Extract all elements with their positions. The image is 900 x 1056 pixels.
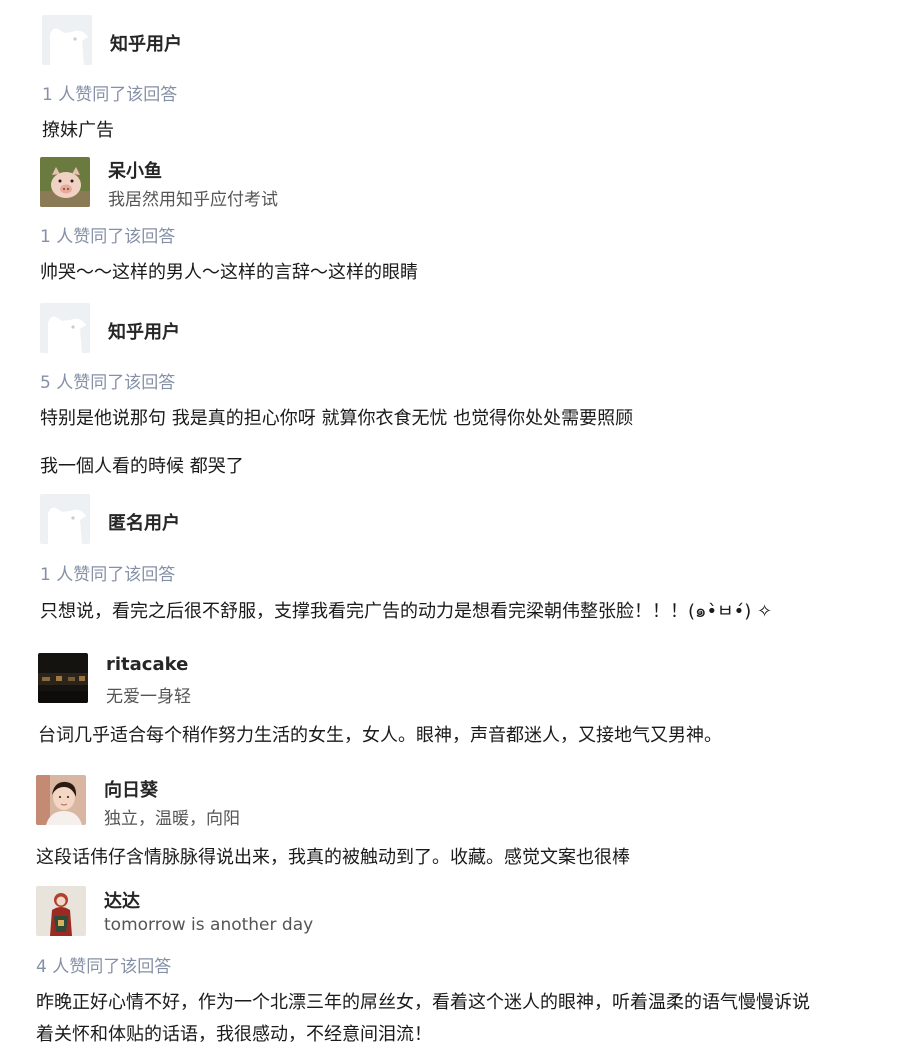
author-bio: 独立，温暖，向阳 [104, 809, 240, 829]
answer-text: 只想说，看完之后很不舒服，支撑我看完广告的动力是想看完梁朝伟整张脸！！！(๑•̀… [40, 601, 773, 622]
author-name[interactable]: 向日葵 [104, 776, 158, 802]
author-bio: 无爱一身轻 [106, 687, 191, 707]
piglet-photo-icon [40, 157, 90, 207]
author-name[interactable]: 呆小鱼 [108, 157, 162, 183]
vote-count: 1 人赞同了该回答 [40, 565, 176, 585]
woman-portrait-icon [36, 775, 86, 825]
answer-text: 台词几乎适合每个稍作努力生活的女生，女人。眼神，声音都迷人，又接地气又男神。 [38, 725, 722, 746]
figure-portrait-icon [36, 886, 86, 936]
author-name[interactable]: 知乎用户 [108, 318, 180, 344]
author-bio: 我居然用知乎应付考试 [108, 190, 278, 210]
answer-text: 昨晚正好心情不好，作为一个北漂三年的屌丝女，看着这个迷人的眼神，听着温柔的语气慢… [36, 992, 810, 1013]
answer-text: 着关怀和体贴的话语，我很感动，不经意间泪流！ [36, 1024, 432, 1045]
answer-text: 特别是他说那句 我是真的担心你呀 就算你衣食无忧 也觉得你处处需要照顾 [40, 408, 634, 429]
vote-count: 5 人赞同了该回答 [40, 373, 176, 393]
avatar[interactable] [36, 886, 86, 936]
author-name[interactable]: ritacake [106, 654, 188, 675]
avatar[interactable] [40, 157, 90, 207]
default-avatar-icon [42, 15, 92, 65]
answer-text: 撩妹广告 [42, 120, 114, 141]
author-name[interactable]: 达达 [104, 887, 140, 913]
author-bio: tomorrow is another day [104, 915, 314, 935]
avatar[interactable] [42, 15, 92, 65]
avatar[interactable] [40, 494, 90, 544]
author-name[interactable]: 知乎用户 [110, 30, 182, 56]
answer-text: 我一個人看的時候 都哭了 [40, 456, 244, 477]
default-avatar-icon [40, 303, 90, 353]
dark-room-photo-icon [38, 653, 88, 703]
vote-count: 1 人赞同了该回答 [40, 227, 176, 247]
avatar[interactable] [38, 653, 88, 703]
author-name[interactable]: 匿名用户 [108, 509, 180, 535]
default-avatar-icon [40, 494, 90, 544]
answer-text: 帅哭～～这样的男人～这样的言辞～这样的眼睛 [40, 262, 418, 283]
answer-text: 这段话伟仔含情脉脉得说出来，我真的被触动到了。收藏。感觉文案也很棒 [36, 847, 630, 868]
avatar[interactable] [36, 775, 86, 825]
vote-count: 4 人赞同了该回答 [36, 957, 172, 977]
avatar[interactable] [40, 303, 90, 353]
vote-count: 1 人赞同了该回答 [42, 85, 178, 105]
